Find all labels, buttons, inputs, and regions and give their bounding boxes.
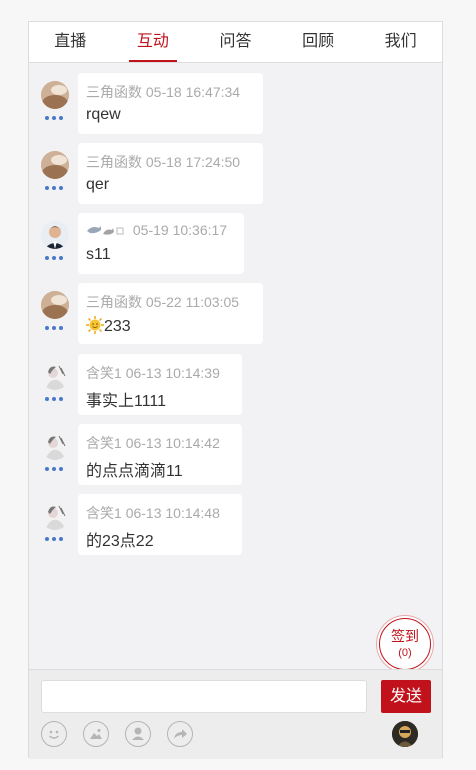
message-text-value: 233 [104,318,131,335]
timestamp: 06-13 10:14:42 [125,435,220,451]
message-bubble: 含笑1 06-13 10:14:39 事实上1111 [78,354,242,415]
message-text: 的23点22 [86,533,154,550]
tab-review[interactable]: 回顾 [277,22,360,62]
message-meta: 05-19 10:36:17 [86,222,227,240]
more-options-icon[interactable] [45,326,67,332]
tab-qa[interactable]: 问答 [194,22,277,62]
sketch-avatar[interactable] [41,432,69,460]
photo-avatar[interactable] [41,151,69,179]
more-options-icon[interactable] [45,256,67,262]
message-bubble: 含笑1 06-13 10:14:48 的23点22 [78,494,242,555]
message-list[interactable]: 三角函数 05-18 16:47:34 rqew 三角函数 05-18 17:2… [29,63,442,670]
message-input[interactable] [41,680,367,713]
timestamp: 05-18 16:47:34 [145,84,241,100]
photo-avatar[interactable] [41,81,69,109]
message-text: 233 [86,316,131,339]
message-item: 含笑1 06-13 10:14:42 的点点滴滴11 [41,424,421,486]
tab-about-us[interactable]: 我们 [359,22,442,62]
username: 三角函数 [86,154,142,170]
sun-emoji-icon [86,316,104,339]
message-item: 含笑1 06-13 10:14:48 的23点22 [41,494,421,556]
more-options-icon[interactable] [45,186,67,192]
chat-panel: 直播 互动 问答 回顾 我们 三角函数 05-18 16:47:34 rqew [28,21,443,759]
sketch-avatar[interactable] [41,502,69,530]
message-meta: 三角函数 05-18 16:47:34 [86,82,240,102]
message-text: qer [86,176,110,193]
message-bubble: 三角函数 05-22 11:03:05 233 [78,283,263,344]
username: 三角函数 [86,294,142,310]
timestamp: 05-18 17:24:50 [145,154,241,170]
more-options-icon[interactable] [45,397,67,403]
message-item: 三角函数 05-18 17:24:50 qer [41,143,421,205]
message-meta: 含笑1 06-13 10:14:48 [86,503,220,523]
person-icon[interactable] [125,721,151,747]
timestamp: 05-22 11:03:05 [145,294,240,310]
photo-avatar[interactable] [41,291,69,319]
tab-interaction[interactable]: 互动 [112,22,195,62]
message-text: s11 [86,246,111,263]
message-bubble: 三角函数 05-18 17:24:50 qer [78,143,263,204]
share-icon[interactable] [167,721,193,747]
username: 含笑1 [86,365,122,381]
message-text: rqew [86,106,121,123]
message-text: 事实上1111 [86,393,167,410]
more-options-icon[interactable] [45,116,67,122]
image-icon[interactable] [83,721,109,747]
man-suit-avatar[interactable] [41,221,69,249]
username: 三角函数 [86,84,142,100]
smiley-icon[interactable] [41,721,67,747]
timestamp: 06-13 10:14:48 [125,505,220,521]
message-bubble: 05-19 10:36:17 s11 [78,213,244,274]
composer-bar: 发送 [29,669,442,759]
tab-live[interactable]: 直播 [29,22,112,62]
message-meta: 三角函数 05-18 17:24:50 [86,152,240,172]
message-text: 的点点滴滴11 [86,463,183,480]
send-button[interactable]: 发送 [381,680,431,713]
message-item: 三角函数 05-18 16:47:34 rqew [41,73,421,135]
sign-in-label: 签到 [391,628,419,644]
message-bubble: 三角函数 05-18 16:47:34 rqew [78,73,263,134]
more-options-icon[interactable] [45,467,67,473]
message-meta: 含笑1 06-13 10:14:42 [86,433,220,453]
timestamp: 06-13 10:14:39 [125,365,220,381]
sketch-avatar[interactable] [41,362,69,390]
sign-in-count: (0) [398,647,412,659]
message-item: 05-19 10:36:17 s11 [41,213,421,275]
message-meta: 三角函数 05-22 11:03:05 [86,292,239,312]
message-meta: 含笑1 06-13 10:14:39 [86,363,220,383]
more-options-icon[interactable] [45,537,67,543]
dolphin-emoji-icon [86,223,126,240]
sign-in-button[interactable]: 签到 (0) [379,618,431,670]
tab-bar: 直播 互动 问答 回顾 我们 [29,22,442,63]
username: 含笑1 [86,435,122,451]
message-item: 含笑1 06-13 10:14:39 事实上1111 [41,354,421,416]
message-item: 三角函数 05-22 11:03:05 233 [41,283,421,345]
message-bubble: 含笑1 06-13 10:14:42 的点点滴滴11 [78,424,242,485]
current-user-avatar[interactable] [392,721,418,747]
timestamp: 05-19 10:36:17 [132,222,228,238]
username: 含笑1 [86,505,122,521]
